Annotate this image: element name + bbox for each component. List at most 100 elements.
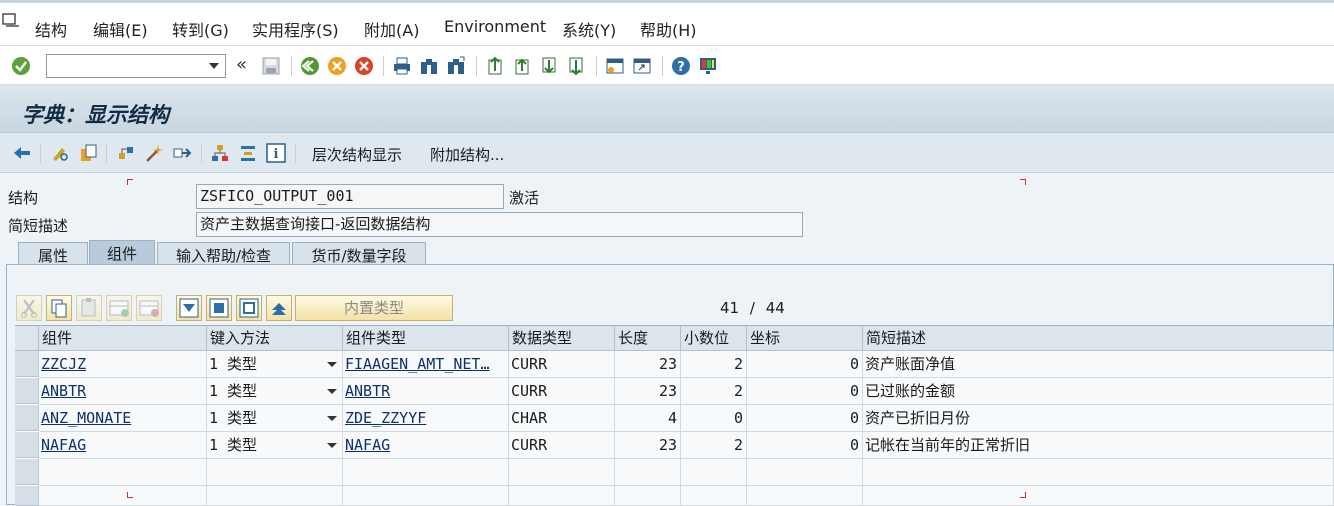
empty-cell[interactable]	[207, 486, 343, 506]
empty-cell[interactable]	[681, 459, 747, 486]
menu-extras[interactable]: 附加(A)	[364, 17, 419, 41]
chevron-down-icon[interactable]	[327, 443, 337, 448]
shortcut-icon[interactable]	[632, 56, 652, 76]
empty-cell[interactable]	[681, 486, 747, 506]
empty-cell[interactable]	[343, 459, 509, 486]
row-selector[interactable]	[15, 351, 39, 377]
cut-button[interactable]	[16, 295, 42, 321]
table-cell-decimals[interactable]: 2	[681, 432, 747, 459]
table-cell-decimals[interactable]: 2	[681, 378, 747, 405]
row-selector[interactable]	[15, 378, 39, 404]
column-header-short-description[interactable]: 简短描述	[863, 326, 1334, 351]
column-header-coordinate[interactable]: 坐标	[747, 326, 863, 351]
enter-icon[interactable]	[11, 56, 31, 76]
empty-cell[interactable]	[509, 459, 615, 486]
row-selector[interactable]	[15, 432, 39, 458]
menu-help[interactable]: 帮助(H)	[640, 17, 697, 41]
select-all-button[interactable]	[206, 295, 232, 321]
menu-utilities[interactable]: 实用程序(S)	[252, 17, 339, 41]
chevron-down-icon[interactable]	[327, 416, 337, 421]
save-icon[interactable]	[261, 56, 281, 76]
empty-cell[interactable]	[207, 459, 343, 486]
empty-cell[interactable]	[863, 486, 1334, 506]
chevron-down-icon[interactable]	[209, 63, 219, 69]
table-cell-length[interactable]: 4	[615, 405, 681, 432]
column-header-component[interactable]: 组件	[39, 326, 207, 351]
display-change-icon[interactable]	[50, 143, 70, 163]
column-header-length[interactable]: 长度	[615, 326, 681, 351]
empty-cell[interactable]	[863, 459, 1334, 486]
collapse-button[interactable]	[266, 295, 292, 321]
table-cell-short-description[interactable]: 资产已折旧月份	[863, 405, 1334, 432]
table-cell-coordinate[interactable]: 0	[747, 351, 863, 378]
filter-button[interactable]	[176, 295, 202, 321]
table-cell-length[interactable]: 23	[615, 351, 681, 378]
deselect-all-button[interactable]	[236, 295, 262, 321]
row-selector[interactable]	[15, 486, 39, 506]
table-cell-decimals[interactable]: 0	[681, 405, 747, 432]
check-icon[interactable]	[116, 143, 136, 163]
table-cell-coordinate[interactable]: 0	[747, 405, 863, 432]
table-cell-short-description[interactable]: 资产账面净值	[863, 351, 1334, 378]
menu-goto[interactable]: 转到(G)	[172, 17, 229, 41]
empty-cell[interactable]	[39, 459, 207, 486]
activate-icon[interactable]	[144, 143, 164, 163]
delete-row-button[interactable]	[136, 295, 162, 321]
cancel-icon[interactable]	[354, 56, 374, 76]
table-cell-coordinate[interactable]: 0	[747, 432, 863, 459]
row-selector[interactable]	[15, 459, 39, 485]
table-cell-data-type[interactable]: CURR	[509, 432, 615, 459]
builtin-type-button[interactable]: 内置类型	[295, 295, 453, 321]
paste-button[interactable]	[76, 295, 102, 321]
chevron-down-icon[interactable]	[327, 389, 337, 394]
table-cell-coordinate[interactable]: 0	[747, 378, 863, 405]
insert-row-button[interactable]	[106, 295, 132, 321]
chevron-down-icon[interactable]	[327, 362, 337, 367]
empty-cell[interactable]	[615, 486, 681, 506]
table-cell-component[interactable]: NAFAG	[39, 432, 207, 459]
menu-environment[interactable]: Environment	[444, 17, 546, 36]
find-icon[interactable]	[419, 56, 439, 76]
print-icon[interactable]	[392, 56, 412, 76]
table-cell-component-type[interactable]: FIAAGEN_AMT_NET…	[343, 351, 509, 378]
hierarchy-display-button[interactable]: 层次结构显示	[312, 144, 402, 165]
column-header-typing-method[interactable]: 键入方法	[207, 326, 343, 351]
other-object-icon[interactable]	[12, 143, 32, 163]
table-cell-length[interactable]: 23	[615, 432, 681, 459]
column-header-data-type[interactable]: 数据类型	[509, 326, 615, 351]
table-cell-data-type[interactable]: CURR	[509, 378, 615, 405]
structure-name-field[interactable]: ZSFICO_OUTPUT_001	[196, 184, 504, 209]
collapse-icon[interactable]: «	[236, 54, 247, 75]
hierarchy-icon[interactable]	[210, 143, 230, 163]
table-cell-data-type[interactable]: CURR	[509, 351, 615, 378]
help-icon[interactable]: ?	[671, 56, 691, 76]
table-cell-component-type[interactable]: ZDE_ZZYYF	[343, 405, 509, 432]
customize-layout-icon[interactable]	[698, 56, 718, 76]
column-header-component-type[interactable]: 组件类型	[343, 326, 509, 351]
tab-input-help-check[interactable]: 输入帮助/检查	[157, 242, 290, 266]
exit-icon[interactable]	[327, 56, 347, 76]
table-cell-short-description[interactable]: 记帐在当前年的正常折旧	[863, 432, 1334, 459]
row-selector[interactable]	[15, 405, 39, 431]
table-cell-component[interactable]: ANBTR	[39, 378, 207, 405]
prev-page-icon[interactable]	[512, 56, 532, 76]
table-cell-typing-method[interactable]: 1 类型	[207, 351, 343, 378]
table-cell-length[interactable]: 23	[615, 378, 681, 405]
where-used-icon[interactable]	[172, 143, 192, 163]
empty-cell[interactable]	[343, 486, 509, 506]
active-inactive-icon[interactable]	[78, 143, 98, 163]
table-cell-data-type[interactable]: CHAR	[509, 405, 615, 432]
last-page-icon[interactable]	[566, 56, 586, 76]
table-cell-short-description[interactable]: 已过账的金额	[863, 378, 1334, 405]
first-page-icon[interactable]	[485, 56, 505, 76]
table-cell-typing-method[interactable]: 1 类型	[207, 405, 343, 432]
table-cell-component-type[interactable]: NAFAG	[343, 432, 509, 459]
table-cell-typing-method[interactable]: 1 类型	[207, 432, 343, 459]
empty-cell[interactable]	[39, 486, 207, 506]
command-field[interactable]	[46, 54, 226, 78]
info-icon[interactable]: i	[266, 143, 286, 163]
system-menu-icon[interactable]	[2, 13, 20, 29]
copy-button[interactable]	[46, 295, 72, 321]
next-page-icon[interactable]	[539, 56, 559, 76]
tab-attributes[interactable]: 属性	[18, 242, 88, 266]
